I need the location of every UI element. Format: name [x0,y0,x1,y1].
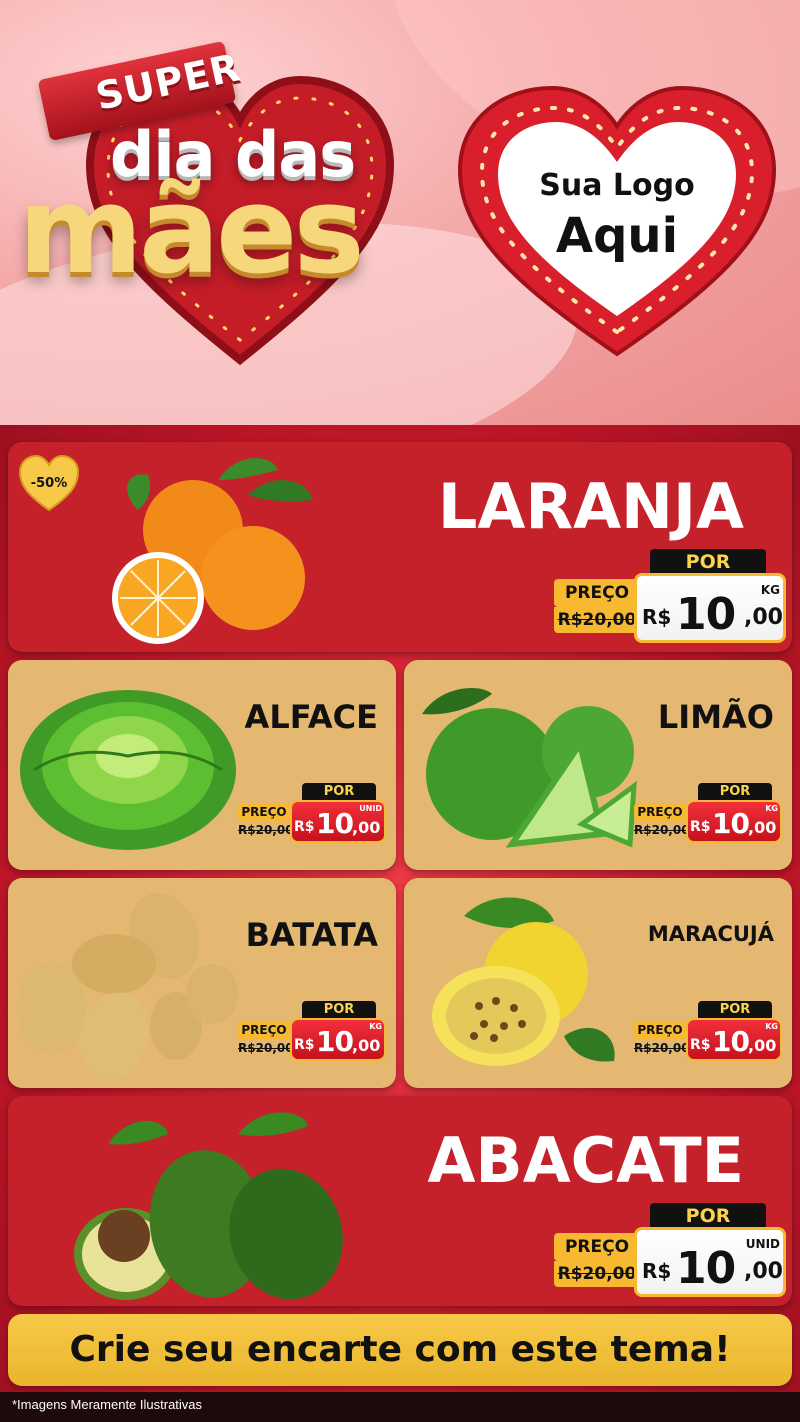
unit-label: KG [765,804,778,813]
por-label: POR [650,549,766,575]
product-card-limao[interactable]: LIMÃO POR PREÇO R$20,00 KG R$ 10 ,00 [404,660,792,870]
logo-placeholder-line1: Sua Logo [539,168,695,203]
product-card-abacate[interactable]: ABACATE POR PREÇO R$20,00 UNID R$ 10 ,00 [8,1096,792,1306]
old-price: R$20,00 [554,1261,640,1287]
product-name: MARACUJÁ [647,922,774,946]
price-integer: 10 [316,1025,354,1058]
price-integer: 10 [712,1025,750,1058]
unit-label: KG [369,1022,382,1031]
lime-icon [422,688,637,848]
price-tag: POR PREÇO R$20,00 KG R$ 10 ,00 [554,549,790,649]
price-cents: ,00 [748,818,777,837]
unit-label: KG [760,583,780,597]
price-cents: ,00 [352,1036,381,1055]
product-name: ALFACE [244,698,378,736]
preco-label: PREÇO [238,803,290,821]
preco-label: PREÇO [238,1021,290,1039]
product-card-laranja[interactable]: LARANJA POR PREÇO R$20,00 KG R$ 10 ,00 [8,442,792,652]
currency-symbol: R$ [690,819,711,835]
header-banner: SUPER dia das mães Sua Logo Aqui [0,0,800,430]
old-price: R$20,00 [634,823,690,837]
price-integer: 10 [676,589,736,640]
product-card-alface[interactable]: ALFACE POR PREÇO R$20,00 UNID R$ 10 ,00 [8,660,396,870]
unit-label: KG [765,1022,778,1031]
price-tag: POR PREÇO R$20,00 KG R$ 10 ,00 [634,783,784,847]
maes-label: mães [18,162,365,301]
price-cents: ,00 [744,605,783,630]
avocado-icon [74,1112,343,1300]
product-card-maracuja[interactable]: MARACUJÁ POR PREÇO R$20,00 KG R$ 10 ,00 [404,878,792,1088]
disclaimer-text: *Imagens Meramente Ilustrativas [12,1397,203,1412]
preco-label: PREÇO [554,579,640,607]
price-integer: 10 [676,1243,736,1294]
price-tag: POR PREÇO R$20,00 UNID R$ 10 ,00 [554,1203,790,1303]
unit-label: UNID [359,804,382,813]
logo-placeholder-line2: Aqui [555,208,679,264]
preco-label: PREÇO [554,1233,640,1261]
price-integer: 10 [712,807,750,840]
preco-label: PREÇO [634,1021,686,1039]
price-tag: POR PREÇO R$20,00 KG R$ 10 ,00 [634,1001,784,1065]
price-cents: ,00 [352,818,381,837]
product-card-batata[interactable]: BATATA POR PREÇO R$20,00 KG R$ 10 ,00 [8,878,396,1088]
unit-label: UNID [745,1237,780,1251]
cta-banner[interactable]: Crie seu encarte com este tema! [8,1314,792,1386]
product-name: BATATA [245,916,378,954]
por-label: POR [698,1001,772,1019]
price-tag: POR PREÇO R$20,00 KG R$ 10 ,00 [238,1001,388,1065]
product-name: ABACATE [427,1124,744,1197]
passion-fruit-icon [432,897,615,1066]
price-tag: POR PREÇO R$20,00 UNID R$ 10 ,00 [238,783,388,847]
por-label: POR [302,1001,376,1019]
product-name: LARANJA [437,470,744,543]
por-label: POR [698,783,772,801]
currency-symbol: R$ [690,1037,711,1053]
flyer: SUPER dia das mães Sua Logo Aqui LARANJA [0,0,800,1422]
currency-symbol: R$ [642,1259,672,1283]
currency-symbol: R$ [294,819,315,835]
potato-icon [18,893,238,1080]
old-price: R$20,00 [554,607,640,633]
por-label: POR [302,783,376,801]
price-cents: ,00 [748,1036,777,1055]
discount-badge-label: -50% [30,476,68,491]
price-cents: ,00 [744,1259,783,1284]
old-price: R$20,00 [238,823,294,837]
currency-symbol: R$ [642,605,672,629]
product-name: LIMÃO [657,698,774,736]
old-price: R$20,00 [634,1041,690,1055]
price-integer: 10 [316,807,354,840]
old-price: R$20,00 [238,1041,294,1055]
orange-icon [112,458,313,644]
lettuce-icon [20,690,236,850]
preco-label: PREÇO [634,803,686,821]
currency-symbol: R$ [294,1037,315,1053]
por-label: POR [650,1203,766,1229]
